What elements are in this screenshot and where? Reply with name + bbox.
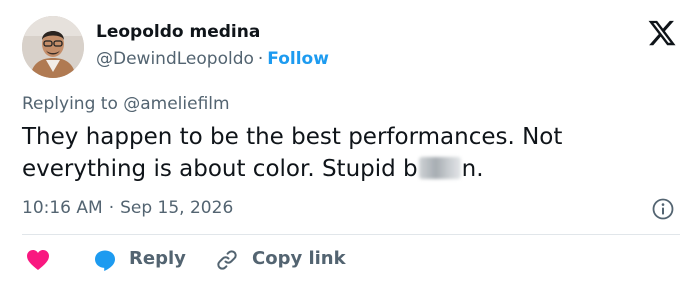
author-handle-row: @DewindLeopoldo · Follow: [96, 49, 329, 69]
reply-button[interactable]: Reply: [129, 248, 186, 269]
timestamp-separator: ·: [108, 198, 115, 218]
heart-icon[interactable]: [26, 249, 50, 271]
link-icon[interactable]: [215, 248, 239, 272]
copy-link-button[interactable]: Copy link: [252, 248, 346, 269]
follow-button[interactable]: Follow: [267, 49, 329, 69]
tweet-text: They happen to be the best performances.…: [22, 121, 682, 185]
reply-bubble-icon[interactable]: [93, 248, 117, 272]
replying-to: Replying to @ameliefilm: [22, 94, 230, 114]
action-bar: Reply Copy link: [22, 246, 682, 274]
tweet-time: 10:16 AM: [22, 198, 103, 218]
censored-word-blur: [418, 157, 461, 179]
tweet-timestamp[interactable]: 10:16 AM · Sep 15, 2026: [22, 198, 233, 218]
avatar[interactable]: [22, 16, 84, 78]
author-handle[interactable]: @DewindLeopoldo: [96, 49, 254, 69]
avatar-image: [22, 16, 84, 78]
handle-separator: ·: [257, 49, 264, 69]
tweet-text-end: n.: [461, 156, 484, 182]
info-icon[interactable]: [651, 197, 675, 221]
replying-to-prefix: Replying to: [22, 94, 118, 114]
tweet-date: Sep 15, 2026: [120, 198, 234, 218]
divider: [22, 234, 680, 235]
x-logo-icon[interactable]: [646, 18, 678, 48]
replying-to-mention[interactable]: @ameliefilm: [123, 94, 229, 114]
author-name[interactable]: Leopoldo medina: [96, 22, 260, 42]
